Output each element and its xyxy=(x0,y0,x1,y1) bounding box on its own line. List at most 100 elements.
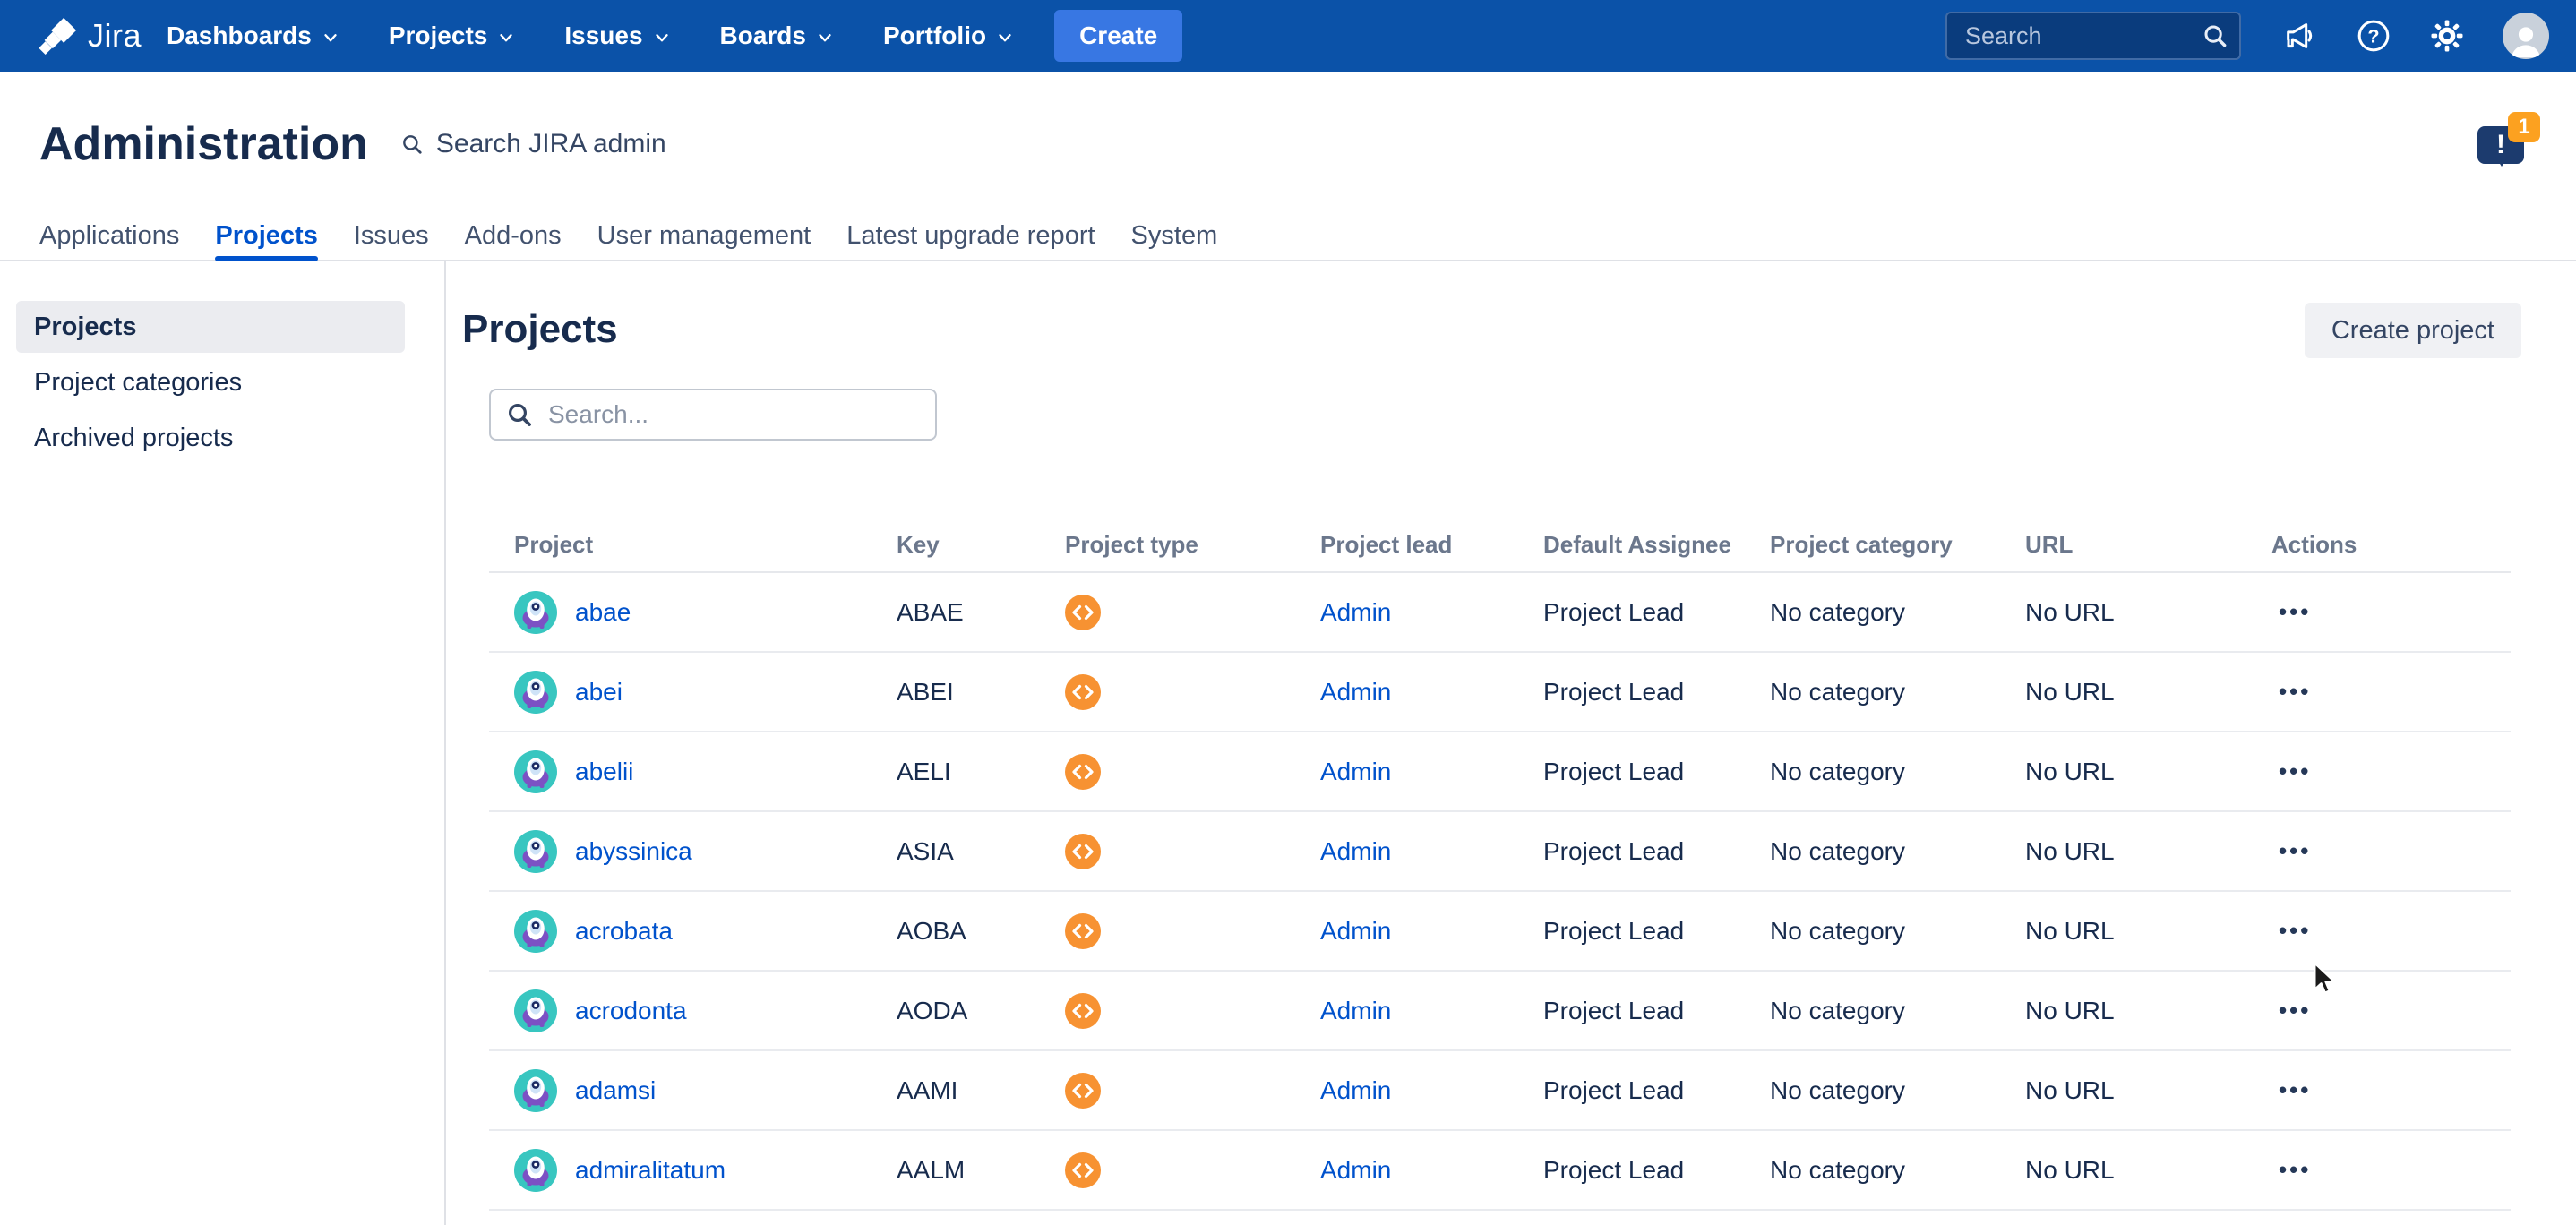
tab-user-management[interactable]: User management xyxy=(597,211,811,260)
nav-menu-label: Issues xyxy=(564,21,643,49)
nav-menu-item-issues[interactable]: Issues xyxy=(564,21,671,50)
chevron-down-icon xyxy=(655,34,668,42)
global-search-input[interactable] xyxy=(1945,12,2241,60)
project-avatar-icon xyxy=(514,909,557,953)
project-avatar-icon xyxy=(514,1148,557,1192)
table-header-row: Project Key Project type Project lead Defaul… xyxy=(489,518,2511,573)
help-icon[interactable]: ? xyxy=(2356,18,2391,54)
actions-more-button[interactable]: ••• xyxy=(2271,674,2318,709)
actions-more-button[interactable]: ••• xyxy=(2271,913,2318,948)
create-button[interactable]: Create xyxy=(1054,10,1183,62)
project-lead-link[interactable]: Admin xyxy=(1320,1156,1391,1185)
tab-add-ons[interactable]: Add-ons xyxy=(465,211,562,260)
admin-tabs: Applications Projects Issues Add-ons User ma… xyxy=(0,211,2576,261)
project-name-link[interactable]: admiralitatum xyxy=(575,1156,726,1185)
project-lead-link[interactable]: Admin xyxy=(1320,917,1391,946)
project-name-link[interactable]: acrodonta xyxy=(575,997,687,1025)
project-key-cell: ABAE xyxy=(897,597,964,626)
project-url-cell: No URL xyxy=(2025,996,2115,1024)
notification-button[interactable]: ! 1 xyxy=(2474,112,2540,176)
notification-count-badge: 1 xyxy=(2508,112,2540,142)
default-assignee-cell: Project Lead xyxy=(1543,677,1685,706)
nav-menu-item-portfolio[interactable]: Portfolio xyxy=(883,21,1015,50)
chevron-down-icon xyxy=(999,34,1011,42)
table-row: abei ABEI Admin Project Lead No category… xyxy=(489,653,2511,732)
software-project-type-icon xyxy=(1065,833,1101,869)
project-avatar-icon xyxy=(514,670,557,714)
project-key-cell: AODA xyxy=(897,996,968,1024)
project-url-cell: No URL xyxy=(2025,916,2115,945)
project-lead-link[interactable]: Admin xyxy=(1320,678,1391,707)
sidebar-item-project-categories[interactable]: Project categories xyxy=(16,356,405,408)
search-icon xyxy=(403,135,422,154)
column-header-project-lead: Project lead xyxy=(1320,530,1453,558)
actions-more-button[interactable]: ••• xyxy=(2271,1073,2318,1108)
table-row: acrodonta AODA Admin Project Lead No cat… xyxy=(489,972,2511,1051)
project-lead-link[interactable]: Admin xyxy=(1320,837,1391,866)
default-assignee-cell: Project Lead xyxy=(1543,597,1685,626)
table-row: admiralitatum AALM Admin Project Lead No… xyxy=(489,1131,2511,1211)
admin-search-label: Search JIRA admin xyxy=(435,129,666,158)
projects-search-input[interactable] xyxy=(489,389,937,441)
default-assignee-cell: Project Lead xyxy=(1543,1155,1685,1184)
software-project-type-icon xyxy=(1065,912,1101,949)
feedback-megaphone-icon[interactable] xyxy=(2282,18,2318,54)
actions-more-button[interactable]: ••• xyxy=(2271,993,2318,1028)
tab-projects[interactable]: Projects xyxy=(215,211,319,261)
project-url-cell: No URL xyxy=(2025,1155,2115,1184)
project-lead-link[interactable]: Admin xyxy=(1320,758,1391,786)
project-category-cell: No category xyxy=(1770,597,1905,626)
project-category-cell: No category xyxy=(1770,836,1905,865)
project-lead-link[interactable]: Admin xyxy=(1320,1076,1391,1105)
user-avatar[interactable] xyxy=(2503,13,2549,59)
tab-latest-upgrade-report[interactable]: Latest upgrade report xyxy=(846,211,1095,260)
nav-menu-item-projects[interactable]: Projects xyxy=(389,21,517,50)
sidebar: Projects Project categories Archived proje… xyxy=(0,261,446,1225)
column-header-default-assignee: Default Assignee xyxy=(1543,530,1731,558)
actions-more-button[interactable]: ••• xyxy=(2271,595,2318,630)
project-url-cell: No URL xyxy=(2025,677,2115,706)
nav-menu-label: Portfolio xyxy=(882,21,987,49)
primary-nav: Dashboards Projects Issues Boards Portfo… xyxy=(167,21,1015,50)
main-content: Projects Create project ProjectKeyProjec… xyxy=(446,261,2576,1225)
project-category-cell: No category xyxy=(1770,916,1905,945)
default-assignee-cell: Project Lead xyxy=(1543,916,1685,945)
jira-logo[interactable]: Jira xyxy=(39,17,142,55)
top-navbar: Jira Dashboards Projects Issues Boards P… xyxy=(0,0,2576,72)
project-name-link[interactable]: acrobata xyxy=(575,917,673,946)
project-avatar-icon xyxy=(514,829,557,873)
tab-applications[interactable]: Applications xyxy=(39,211,179,260)
project-name-link[interactable]: adamsi xyxy=(575,1076,656,1105)
project-key-cell: ABEI xyxy=(897,677,954,706)
tab-system[interactable]: System xyxy=(1131,211,1218,260)
project-lead-link[interactable]: Admin xyxy=(1320,997,1391,1025)
settings-gear-icon[interactable] xyxy=(2429,18,2465,54)
project-name-link[interactable]: abae xyxy=(575,598,631,627)
nav-menu-item-boards[interactable]: Boards xyxy=(720,21,835,50)
actions-more-button[interactable]: ••• xyxy=(2271,754,2318,789)
table-row: abae ABAE Admin Project Lead No category… xyxy=(489,573,2511,653)
tab-issues[interactable]: Issues xyxy=(354,211,429,260)
software-project-type-icon xyxy=(1065,1072,1101,1109)
table-row: abelii AELI Admin Project Lead No catego… xyxy=(489,732,2511,812)
project-category-cell: No category xyxy=(1770,1155,1905,1184)
actions-more-button[interactable]: ••• xyxy=(2271,1152,2318,1187)
project-category-cell: No category xyxy=(1770,757,1905,785)
project-category-cell: No category xyxy=(1770,1075,1905,1104)
projects-search xyxy=(489,389,937,441)
project-name-link[interactable]: abei xyxy=(575,678,623,707)
search-icon[interactable] xyxy=(2202,22,2228,49)
table-row: abyssinica ASIA Admin Project Lead No ca… xyxy=(489,812,2511,892)
create-project-button[interactable]: Create project xyxy=(2304,303,2521,358)
admin-search[interactable]: Search JIRA admin xyxy=(400,129,666,159)
sidebar-item-projects[interactable]: Projects xyxy=(16,301,405,353)
nav-menu-item-dashboards[interactable]: Dashboards xyxy=(167,21,340,50)
actions-more-button[interactable]: ••• xyxy=(2271,834,2318,869)
project-url-cell: No URL xyxy=(2025,597,2115,626)
table-row: acrobata AOBA Admin Project Lead No cate… xyxy=(489,892,2511,972)
global-search xyxy=(1945,12,2241,60)
project-name-link[interactable]: abelii xyxy=(575,758,633,786)
project-lead-link[interactable]: Admin xyxy=(1320,598,1391,627)
project-name-link[interactable]: abyssinica xyxy=(575,837,692,866)
sidebar-item-archived-projects[interactable]: Archived projects xyxy=(16,412,405,464)
